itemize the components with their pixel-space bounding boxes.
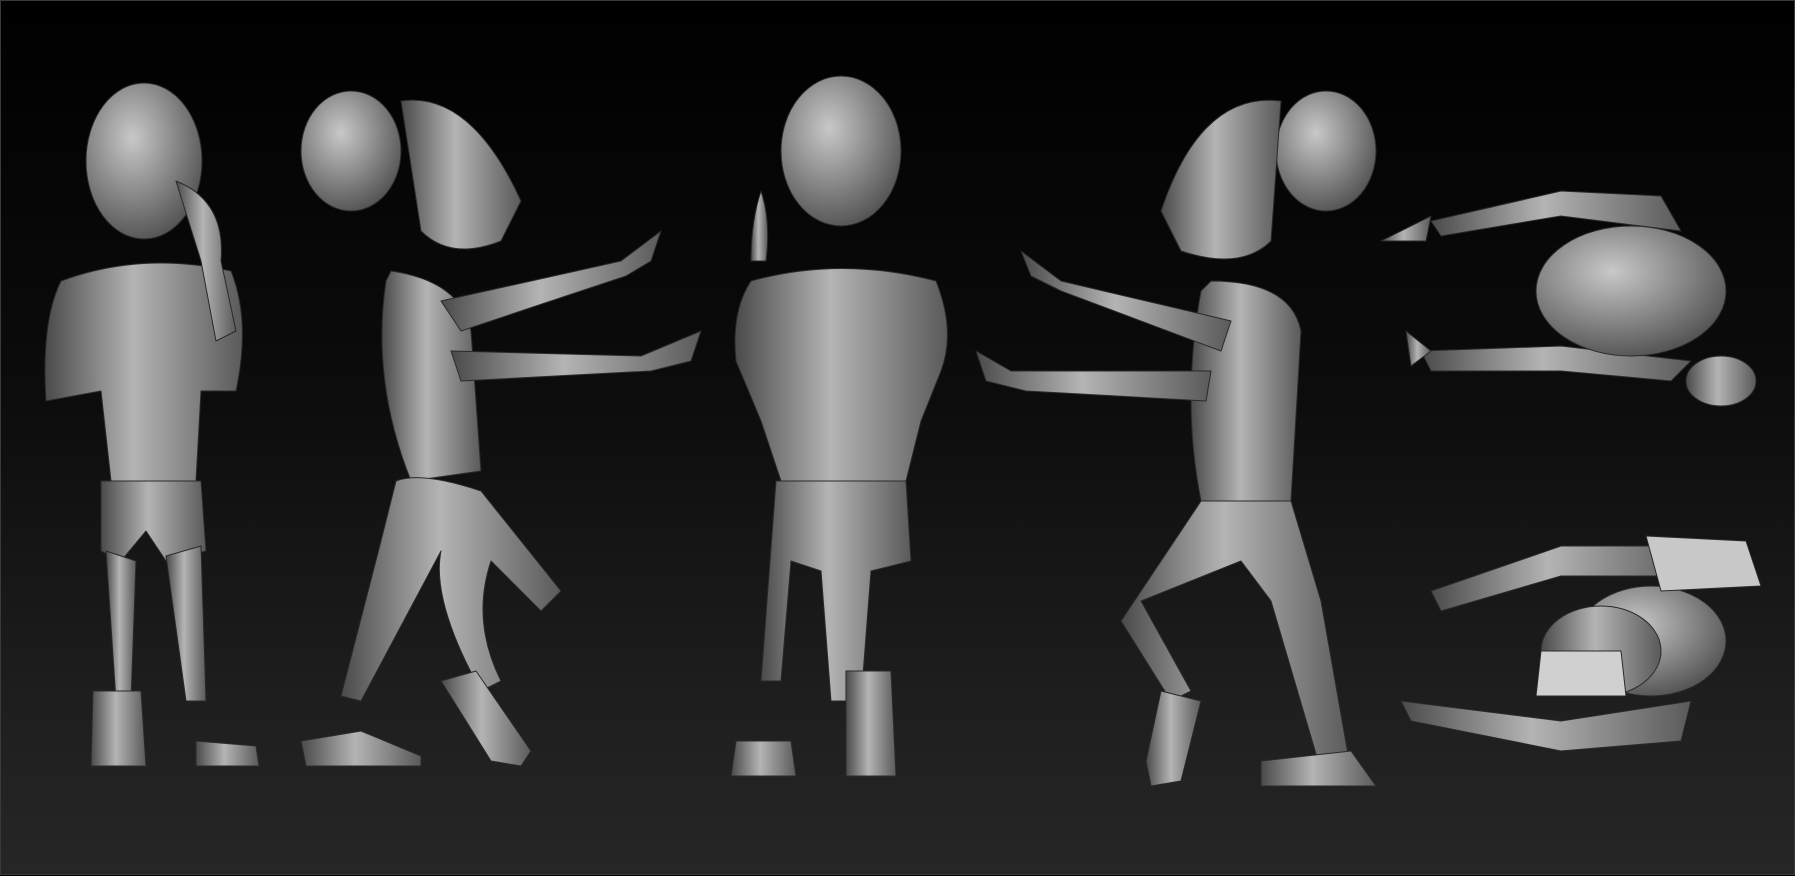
viewport (0, 0, 1795, 875)
figure-side-view-left (300, 90, 702, 767)
figure-top-view (1380, 190, 1757, 407)
figure-bottom-view (1400, 535, 1762, 752)
figure-back-view (730, 75, 948, 777)
figure-front-view (44, 82, 260, 767)
sculpt-turnaround (44, 75, 1762, 787)
figure-side-view-right (975, 90, 1377, 787)
